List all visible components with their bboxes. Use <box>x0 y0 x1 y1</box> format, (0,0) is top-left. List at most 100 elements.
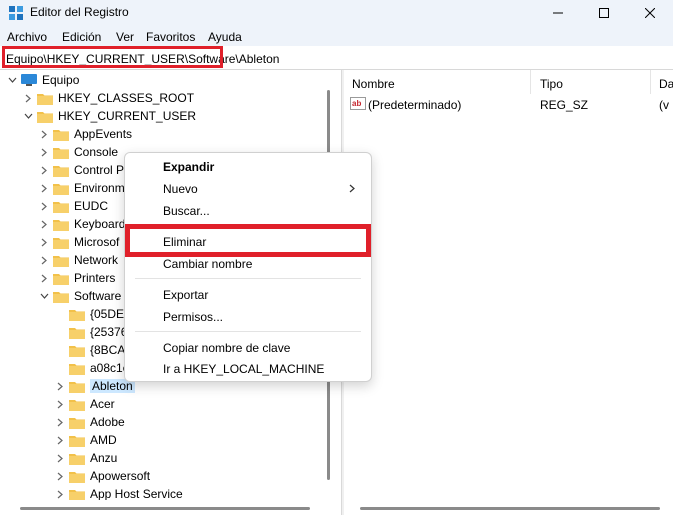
chevron-down-icon[interactable] <box>6 71 18 89</box>
folder-icon <box>69 327 85 339</box>
chevron-right-icon <box>349 184 355 193</box>
folder-icon <box>69 399 85 411</box>
tree-node[interactable]: EUDC <box>38 197 108 215</box>
minimize-button[interactable] <box>535 0 581 26</box>
column-separator[interactable] <box>530 70 531 94</box>
svg-text:ab: ab <box>352 99 361 108</box>
tree-node[interactable]: AppEvents <box>38 125 132 143</box>
tree-node-equipo[interactable]: Equipo <box>6 71 79 89</box>
chevron-right-icon[interactable] <box>38 215 50 233</box>
folder-icon <box>53 147 69 159</box>
tree-label: Keyboard <box>74 217 126 231</box>
menu-item-permisos[interactable]: Permisos... <box>163 310 223 324</box>
tree-node[interactable]: a08c1c <box>54 359 129 377</box>
menu-item-nuevo[interactable]: Nuevo <box>163 182 198 196</box>
menu-edicion[interactable]: Edición <box>62 30 101 44</box>
eliminar-highlight-box <box>125 224 371 257</box>
close-button[interactable] <box>627 0 673 26</box>
tree-node[interactable]: Control P <box>38 161 124 179</box>
tree-node[interactable]: Adobe <box>54 413 125 431</box>
tree-node-hkcr[interactable]: HKEY_CLASSES_ROOT <box>22 89 194 107</box>
menu-item-copiar-nombre[interactable]: Copiar nombre de clave <box>163 341 290 355</box>
window-title: Editor del Registro <box>30 5 129 19</box>
folder-icon <box>69 363 85 375</box>
chevron-right-icon[interactable] <box>54 413 66 431</box>
chevron-right-icon[interactable] <box>54 485 66 500</box>
tree-node[interactable]: Console <box>38 143 118 161</box>
tree-label: HKEY_CLASSES_ROOT <box>58 91 195 105</box>
address-highlight-box <box>2 46 223 68</box>
folder-icon <box>69 435 85 447</box>
chevron-right-icon[interactable] <box>38 125 50 143</box>
chevron-right-icon[interactable] <box>54 449 66 467</box>
chevron-right-icon[interactable] <box>54 467 66 485</box>
tree-node[interactable]: Anzu <box>54 449 117 467</box>
computer-icon <box>21 73 37 86</box>
tree-node[interactable]: Apowersoft <box>54 467 150 485</box>
tree-node[interactable]: Network <box>38 251 118 269</box>
menu-ayuda[interactable]: Ayuda <box>208 30 242 44</box>
chevron-right-icon[interactable] <box>38 179 50 197</box>
menu-separator <box>135 278 361 279</box>
chevron-right-icon[interactable] <box>38 251 50 269</box>
menu-bar: Archivo Edición Ver Favoritos Ayuda <box>0 26 673 46</box>
list-hscroll-thumb[interactable] <box>360 507 660 510</box>
chevron-right-icon[interactable] <box>38 269 50 287</box>
tree-hscroll-thumb[interactable] <box>20 507 310 510</box>
tree-node[interactable]: Acer <box>54 395 115 413</box>
tree-label: Software <box>74 289 122 303</box>
folder-icon <box>69 417 85 429</box>
value-data: (v <box>659 98 669 112</box>
tree-node-ableton[interactable]: Ableton <box>54 377 135 395</box>
tree-node[interactable]: AMD <box>54 431 117 449</box>
chevron-right-icon[interactable] <box>38 143 50 161</box>
tree-node-software[interactable]: Software <box>38 287 121 305</box>
tree-label: Environm <box>74 181 125 195</box>
chevron-down-icon[interactable] <box>22 107 34 125</box>
chevron-right-icon[interactable] <box>38 197 50 215</box>
tree-node[interactable]: {25376 <box>54 323 127 341</box>
folder-icon <box>69 345 85 357</box>
tree-node[interactable]: Keyboard <box>38 215 125 233</box>
context-menu: Expandir Nuevo Buscar... Eliminar Cambia… <box>124 152 372 382</box>
chevron-right-icon[interactable] <box>54 377 66 395</box>
tree-node[interactable]: App Host Service <box>54 485 183 500</box>
menu-item-buscar[interactable]: Buscar... <box>163 204 210 218</box>
menu-item-exportar[interactable]: Exportar <box>163 288 208 302</box>
tree-label: Microsof <box>74 235 120 249</box>
tree-label: Equipo <box>42 73 80 87</box>
chevron-right-icon[interactable] <box>38 233 50 251</box>
chevron-right-icon[interactable] <box>54 431 66 449</box>
menu-item-expandir[interactable]: Expandir <box>163 160 214 174</box>
column-header-tipo[interactable]: Tipo <box>540 77 563 91</box>
column-header-datos[interactable]: Da <box>659 77 673 91</box>
folder-icon <box>69 381 85 393</box>
menu-ver[interactable]: Ver <box>116 30 134 44</box>
tree-node[interactable]: Environm <box>38 179 125 197</box>
menu-item-cambiar-nombre[interactable]: Cambiar nombre <box>163 257 252 271</box>
menu-item-ir-a-hklm[interactable]: Ir a HKEY_LOCAL_MACHINE <box>163 362 324 376</box>
tree-node[interactable]: {8BCA <box>54 341 125 359</box>
tree-node[interactable]: Microsof <box>38 233 119 251</box>
tree-label: Printers <box>74 271 116 285</box>
maximize-button[interactable] <box>581 0 627 26</box>
chevron-right-icon[interactable] <box>54 395 66 413</box>
chevron-right-icon[interactable] <box>38 161 50 179</box>
column-separator[interactable] <box>650 70 651 94</box>
chevron-right-icon[interactable] <box>22 89 34 107</box>
values-list: Nombre Tipo Da ab (Predeterminado) REG_S… <box>344 70 673 500</box>
column-header-nombre[interactable]: Nombre <box>352 77 395 91</box>
menu-archivo[interactable]: Archivo <box>7 30 47 44</box>
chevron-down-icon[interactable] <box>38 287 50 305</box>
menu-favoritos[interactable]: Favoritos <box>146 30 195 44</box>
tree-node[interactable]: Printers <box>38 269 115 287</box>
folder-icon <box>53 219 69 231</box>
tree-node[interactable]: {05DE9 <box>54 305 131 323</box>
tree-label: Network <box>74 253 119 267</box>
tree-node-hkcu[interactable]: HKEY_CURRENT_USER <box>22 107 196 125</box>
folder-icon <box>53 129 69 141</box>
folder-icon <box>69 489 85 500</box>
tree-label: {25376 <box>90 325 128 339</box>
